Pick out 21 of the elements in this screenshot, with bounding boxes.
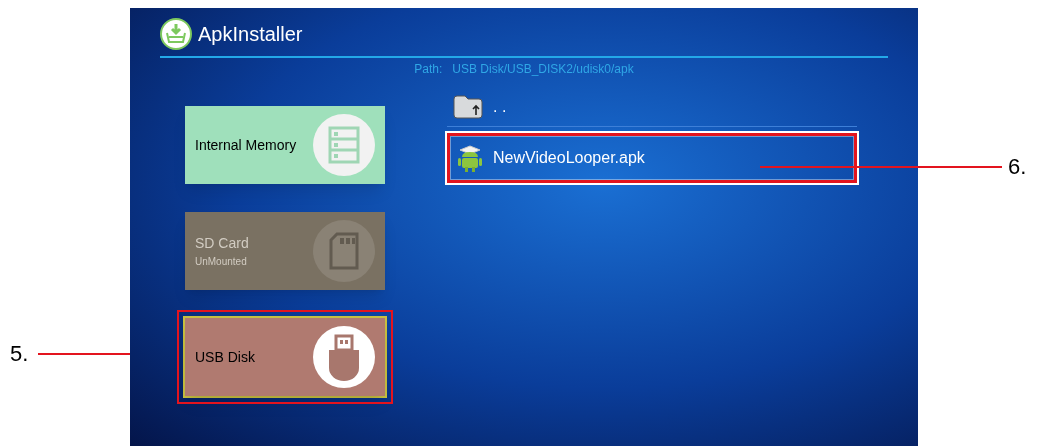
storage-status: UnMounted [195, 255, 247, 269]
storage-name: Internal Memory [195, 135, 297, 155]
storage-name: USB Disk [195, 347, 255, 367]
server-icon [313, 114, 375, 176]
callout-number: 5. [9, 340, 30, 368]
usb-drive-icon [313, 326, 375, 388]
storage-card[interactable]: USB Disk [185, 318, 385, 396]
file-name: NewVideoLooper.apk [493, 148, 645, 168]
file-row[interactable]: NewVideoLooper.apk [450, 136, 854, 180]
app-logo-icon [160, 18, 192, 50]
window-title: ApkInstaller [198, 22, 303, 47]
file-row[interactable]: . . [447, 88, 857, 126]
sd-card-icon [313, 220, 375, 282]
storage-card[interactable]: Internal Memory [185, 106, 385, 184]
path-label: Path: [414, 61, 443, 78]
android-package-icon [457, 144, 483, 172]
callout-number: 6. [1008, 153, 1027, 181]
folder-up-icon [453, 95, 483, 119]
file-name: . . [493, 97, 507, 117]
path-value: USB Disk/USB_DISK2/udisk0/apk [452, 61, 634, 78]
storage-name: SD Card [195, 234, 249, 253]
